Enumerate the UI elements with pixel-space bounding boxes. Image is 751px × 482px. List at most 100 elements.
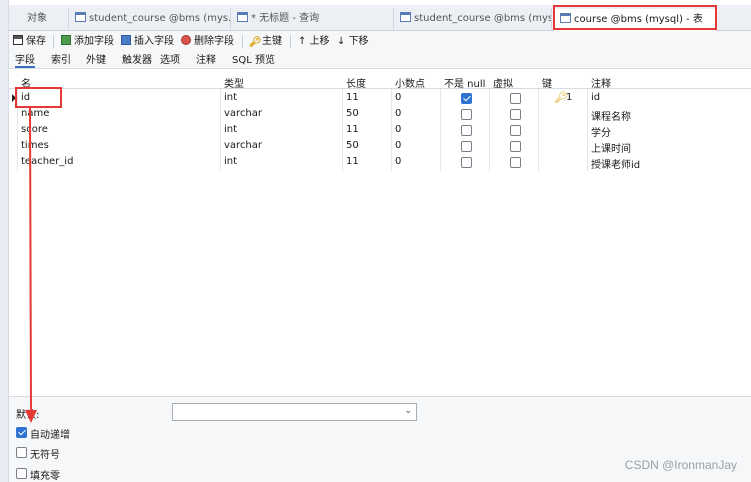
field-type-cell[interactable]: int: [224, 124, 237, 135]
field-decimals-cell[interactable]: 0: [395, 124, 401, 135]
not-null-checkbox[interactable]: [461, 93, 472, 104]
field-key-cell[interactable]: 1: [566, 92, 572, 103]
virtual-checkbox[interactable]: [510, 141, 521, 152]
field-length-cell[interactable]: 50: [346, 140, 359, 151]
auto-increment-checkbox[interactable]: [16, 427, 27, 438]
col-header-comment[interactable]: 注释: [591, 75, 611, 90]
table-icon: [400, 12, 411, 22]
query-icon: [237, 12, 248, 22]
field-comment-cell[interactable]: 课程名称: [591, 108, 631, 123]
col-header-length[interactable]: 长度: [346, 75, 366, 90]
field-type-cell[interactable]: int: [224, 156, 237, 167]
field-comment-cell[interactable]: id: [591, 92, 600, 103]
not-null-checkbox[interactable]: [461, 141, 472, 152]
field-properties-panel: 默认: ⌄ 自动递增 无符号 填充零 CSDN @IronmanJay: [9, 397, 751, 482]
subtab-indexes[interactable]: 索引: [51, 53, 71, 68]
annotation-box-active-tab: [553, 5, 717, 30]
field-decimals-cell[interactable]: 0: [395, 92, 401, 103]
field-decimals-cell[interactable]: 0: [395, 140, 401, 151]
add-field-button[interactable]: 添加字段: [61, 34, 114, 49]
toolbar-separator: [53, 35, 54, 48]
auto-increment-label[interactable]: 自动递增: [30, 426, 70, 441]
field-length-cell[interactable]: 50: [346, 108, 359, 119]
not-null-checkbox[interactable]: [461, 109, 472, 120]
virtual-checkbox[interactable]: [510, 125, 521, 136]
field-length-cell[interactable]: 11: [346, 124, 359, 135]
tab-label: student_course @bms (mys...: [414, 13, 552, 24]
field-name-cell[interactable]: teacher_id: [21, 156, 73, 167]
field-comment-cell[interactable]: 上课时间: [591, 140, 631, 155]
table-row[interactable]: id int 11 0 🔑︎ 1 id: [9, 90, 751, 106]
zerofill-checkbox[interactable]: [16, 468, 27, 479]
left-gutter: [0, 0, 9, 482]
save-button[interactable]: 保存: [13, 34, 46, 49]
toolbar-separator: [290, 35, 291, 48]
zerofill-label[interactable]: 填充零: [30, 467, 60, 482]
not-null-checkbox[interactable]: [461, 157, 472, 168]
table-icon: [75, 12, 86, 22]
chevron-down-icon: ⌄: [404, 406, 412, 416]
primary-key-button[interactable]: 🔑︎主键: [249, 34, 282, 49]
tab-student-course-2[interactable]: student_course @bms (mys...: [394, 8, 552, 29]
subtab-options[interactable]: 选项: [160, 53, 180, 68]
field-type-cell[interactable]: varchar: [224, 108, 262, 119]
table-row[interactable]: teacher_id int 11 0 授课老师id: [9, 154, 751, 171]
tab-label: student_course @bms (mys...: [89, 13, 231, 24]
col-header-decimals[interactable]: 小数点: [395, 75, 425, 90]
subtab-triggers[interactable]: 触发器: [122, 53, 152, 68]
arrow-down-icon: ↓: [337, 36, 349, 47]
tab-student-course-1[interactable]: student_course @bms (mys...: [69, 8, 231, 29]
table-row[interactable]: times varchar 50 0 上课时间: [9, 138, 751, 155]
move-down-button[interactable]: ↓ 下移: [337, 34, 369, 49]
field-name-cell[interactable]: name: [21, 108, 49, 119]
subtab-foreign-keys[interactable]: 外键: [86, 53, 106, 68]
default-value-select[interactable]: ⌄: [172, 403, 417, 421]
move-down-label: 下移: [348, 36, 369, 47]
subtab-comment[interactable]: 注释: [196, 53, 216, 68]
col-header-not-null[interactable]: 不是 null: [444, 75, 485, 90]
delete-field-label: 删除字段: [194, 36, 234, 47]
field-name-cell[interactable]: score: [21, 124, 48, 135]
toolbar-separator: [242, 35, 243, 48]
field-comment-cell[interactable]: 学分: [591, 124, 611, 139]
field-decimals-cell[interactable]: 0: [395, 108, 401, 119]
table-row[interactable]: score int 11 0 学分: [9, 122, 751, 139]
virtual-checkbox[interactable]: [510, 157, 521, 168]
design-toolbar: 保存 添加字段 插入字段 删除字段 🔑︎主键 ↑ 上移 ↓ 下移: [9, 31, 751, 51]
save-label: 保存: [26, 36, 46, 47]
field-name-cell[interactable]: times: [21, 140, 49, 151]
subtab-sql-preview[interactable]: SQL 预览: [232, 53, 275, 68]
annotation-box-id-field: [15, 87, 62, 108]
field-type-cell[interactable]: int: [224, 92, 237, 103]
field-comment-cell[interactable]: 授课老师id: [591, 156, 640, 171]
tab-objects[interactable]: 对象: [9, 8, 69, 29]
unsigned-label[interactable]: 无符号: [30, 446, 60, 461]
virtual-checkbox[interactable]: [510, 109, 521, 120]
table-row[interactable]: name varchar 50 0 课程名称: [9, 106, 751, 123]
col-header-key[interactable]: 键: [542, 75, 552, 90]
fields-grid: 名 类型 长度 小数点 不是 null 虚拟 键 注释 id int 11 0 …: [9, 73, 751, 395]
key-icon: 🔑︎: [249, 37, 262, 48]
watermark-text: CSDN @IronmanJay: [624, 458, 737, 472]
tab-untitled-query[interactable]: * 无标题 - 查询: [231, 8, 394, 29]
grid-header: 名 类型 长度 小数点 不是 null 虚拟 键 注释: [9, 73, 751, 90]
field-length-cell[interactable]: 11: [346, 92, 359, 103]
delete-field-icon: [181, 35, 191, 45]
unsigned-checkbox[interactable]: [16, 447, 27, 458]
field-type-cell[interactable]: varchar: [224, 140, 262, 151]
insert-field-button[interactable]: 插入字段: [121, 34, 174, 49]
col-header-virtual[interactable]: 虚拟: [493, 75, 513, 90]
subtab-fields[interactable]: 字段: [15, 53, 35, 68]
add-field-icon: [61, 35, 71, 45]
design-subtabs: 字段 索引 外键 触发器 选项 注释 SQL 预览: [9, 51, 751, 69]
field-length-cell[interactable]: 11: [346, 156, 359, 167]
insert-field-icon: [121, 35, 131, 45]
move-up-button[interactable]: ↑ 上移: [298, 34, 330, 49]
virtual-checkbox[interactable]: [510, 93, 521, 104]
tab-label: * 无标题 - 查询: [251, 13, 320, 24]
default-label: 默认:: [16, 410, 40, 421]
field-decimals-cell[interactable]: 0: [395, 156, 401, 167]
delete-field-button[interactable]: 删除字段: [181, 34, 234, 49]
not-null-checkbox[interactable]: [461, 125, 472, 136]
col-header-type[interactable]: 类型: [224, 75, 244, 90]
